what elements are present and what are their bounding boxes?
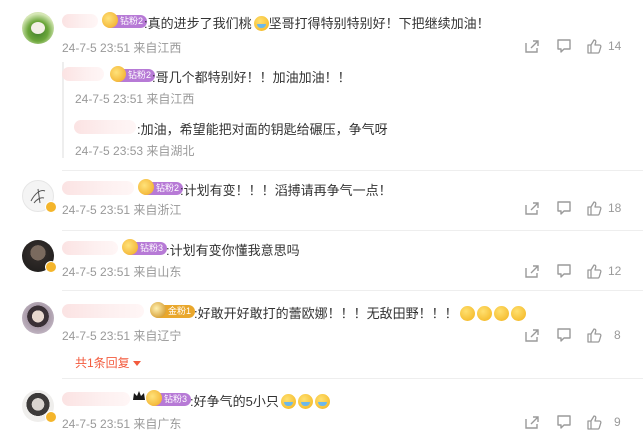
comment-meta: 24-7-5 23:51 来自浙江: [62, 203, 182, 217]
share-icon[interactable]: [524, 327, 540, 343]
emoji-icon: [493, 306, 509, 321]
thumb-up-icon[interactable]: [586, 200, 602, 216]
like-count: 12: [608, 264, 622, 278]
fan-badge: 钻粉2: [138, 179, 184, 195]
crying-emoji-icon: [280, 394, 296, 409]
comment-icon[interactable]: [556, 414, 572, 430]
verified-badge-icon: [45, 411, 57, 423]
reply-meta: 24-7-5 23:51 来自江西: [75, 92, 195, 106]
crown-icon: [132, 390, 146, 402]
like-count: 18: [608, 201, 622, 215]
emoji-icon: [510, 306, 526, 321]
comment-text: :好争气的5小只: [190, 391, 330, 410]
comment-meta: 24-7-5 23:51 来自江西: [62, 41, 182, 55]
comment-text: :计划有变！！！滔搏请再争气一点！: [180, 183, 392, 198]
like-count: 14: [608, 39, 622, 53]
comment-icon[interactable]: [556, 327, 572, 343]
divider: [62, 290, 643, 291]
avatar[interactable]: [22, 12, 54, 44]
share-icon[interactable]: [524, 38, 540, 54]
divider: [62, 170, 643, 171]
divider: [62, 230, 643, 231]
fan-badge: 钻粉3: [146, 390, 192, 406]
reply-username[interactable]: [74, 120, 136, 134]
comment-text: :计划有变你懂我意思吗: [166, 243, 300, 258]
thumb-up-icon[interactable]: [586, 263, 602, 279]
more-replies-link[interactable]: 共1条回复: [75, 354, 141, 371]
comment-text: :真的进步了我们桃 坚哥打得特别特别好！下把继续加油！: [144, 16, 490, 31]
like-count: 9: [614, 415, 621, 429]
divider: [62, 378, 643, 379]
verified-badge-icon: [45, 261, 57, 273]
share-icon[interactable]: [524, 414, 540, 430]
comment-meta: 24-7-5 23:51 来自广东: [62, 417, 182, 431]
crying-emoji-icon: [253, 16, 269, 31]
share-icon[interactable]: [524, 263, 540, 279]
reply-username[interactable]: [62, 67, 104, 81]
crying-emoji-icon: [314, 394, 330, 409]
username[interactable]: [62, 241, 118, 255]
chevron-down-icon: [132, 361, 141, 366]
comment-icon[interactable]: [556, 38, 572, 54]
reply-text: :加油，希望能把对面的钥匙给碾压，争气呀: [137, 122, 388, 137]
username[interactable]: [62, 14, 98, 28]
emoji-icon: [476, 306, 492, 321]
thumb-up-icon[interactable]: [586, 38, 602, 54]
comment-icon[interactable]: [556, 200, 572, 216]
fan-badge: 金粉1: [150, 302, 196, 318]
fan-badge: 钻粉3: [122, 239, 168, 255]
username[interactable]: [62, 392, 130, 406]
crying-emoji-icon: [297, 394, 313, 409]
fan-badge: 钻粉2: [102, 12, 148, 28]
reply-meta: 24-7-5 23:53 来自湖北: [75, 144, 195, 158]
fan-badge: 钻粉2: [110, 66, 156, 82]
emoji-icon: [459, 306, 475, 321]
comment-text: :好敢开好敢打的蕾欧娜！！！无敌田野！！！: [194, 303, 526, 322]
like-count: 8: [614, 328, 621, 342]
thumb-up-icon[interactable]: [586, 327, 602, 343]
comment-icon[interactable]: [556, 263, 572, 279]
comment-meta: 24-7-5 23:51 来自山东: [62, 265, 182, 279]
comment-meta: 24-7-5 23:51 来自辽宁: [62, 329, 182, 343]
verified-badge-icon: [45, 201, 57, 213]
avatar[interactable]: [22, 302, 54, 334]
reply-text: :哥几个都特别好！！加油加油！！: [152, 70, 351, 85]
username[interactable]: [62, 181, 134, 195]
username[interactable]: [62, 304, 144, 318]
share-icon[interactable]: [524, 200, 540, 216]
thumb-up-icon[interactable]: [586, 414, 602, 430]
